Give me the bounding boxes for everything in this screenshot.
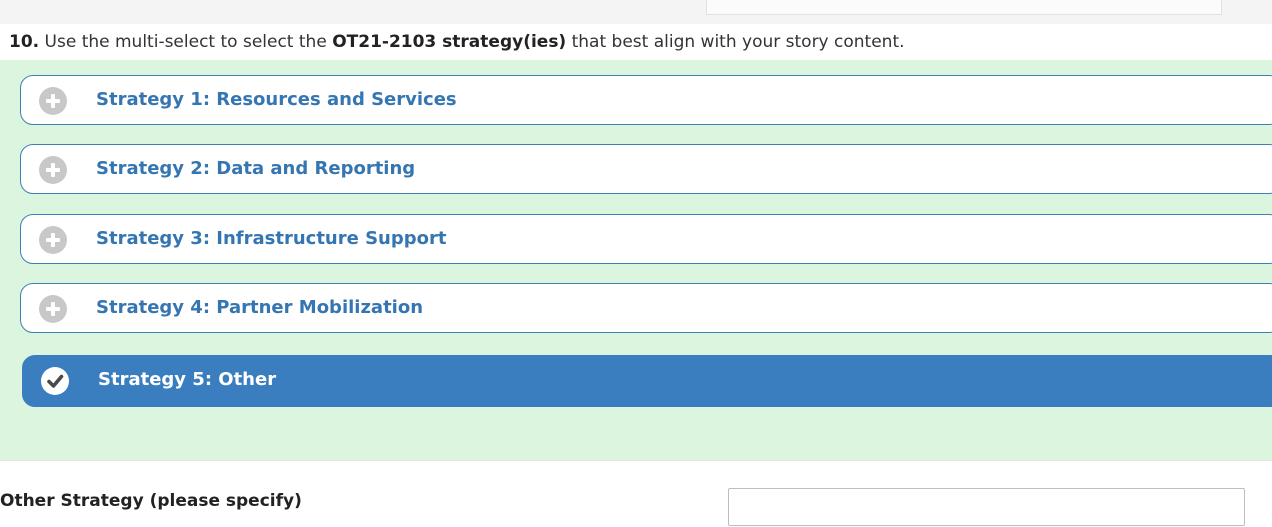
plus-icon	[39, 295, 67, 323]
other-strategy-row: Other Strategy (please specify)	[0, 460, 1272, 527]
other-strategy-label: Other Strategy (please specify)	[0, 491, 302, 511]
option-label: Strategy 2: Data and Reporting	[96, 158, 416, 179]
multi-select-options: Strategy 1: Resources and Services Strat…	[0, 60, 1272, 460]
option-strategy-2[interactable]: Strategy 2: Data and Reporting	[20, 144, 1272, 194]
option-label: Strategy 4: Partner Mobilization	[96, 297, 424, 318]
question-text-after: that best align with your story content.	[566, 32, 905, 52]
plus-icon	[39, 87, 67, 115]
option-label: Strategy 5: Other	[98, 369, 277, 390]
question-text: 10. Use the multi-select to select the O…	[0, 24, 1272, 60]
survey-page: 10. Use the multi-select to select the O…	[0, 0, 1272, 527]
previous-question-strip	[0, 0, 1272, 25]
checkmark-icon	[41, 367, 69, 395]
option-label: Strategy 3: Infrastructure Support	[96, 228, 447, 249]
option-label: Strategy 1: Resources and Services	[96, 89, 457, 110]
plus-icon	[39, 226, 67, 254]
question-number: 10.	[9, 32, 40, 52]
option-strategy-4[interactable]: Strategy 4: Partner Mobilization	[20, 283, 1272, 333]
option-strategy-3[interactable]: Strategy 3: Infrastructure Support	[20, 214, 1272, 264]
previous-input-box	[706, 0, 1222, 15]
question-text-before: Use the multi-select to select the	[39, 32, 333, 52]
question-bold-text: OT21-2103 strategy(ies)	[332, 32, 567, 52]
other-strategy-input[interactable]	[728, 488, 1245, 526]
option-strategy-5[interactable]: Strategy 5: Other	[22, 355, 1272, 407]
option-strategy-1[interactable]: Strategy 1: Resources and Services	[20, 75, 1272, 125]
plus-icon	[39, 156, 67, 184]
